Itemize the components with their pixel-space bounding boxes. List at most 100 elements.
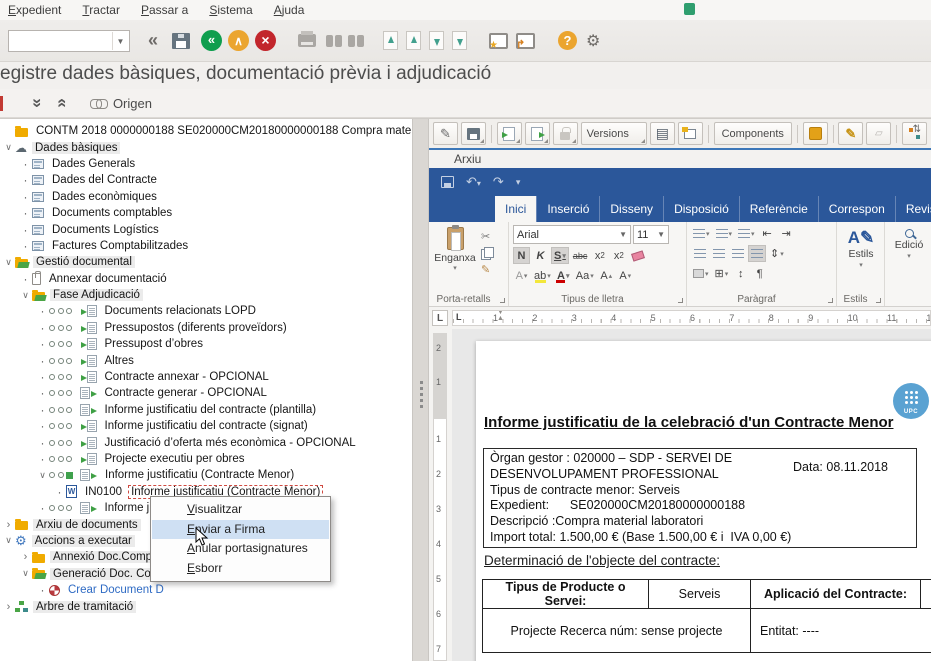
tree-item[interactable]: ·Annexar documentació bbox=[0, 271, 412, 287]
shading-button[interactable]: ▾ bbox=[691, 265, 711, 282]
tree-item[interactable]: ·Informe justificatiu del contracte (pla… bbox=[0, 402, 412, 418]
menu-item-ajuda[interactable]: Ajuda bbox=[268, 2, 311, 18]
chevron-down-icon[interactable]: ∨ bbox=[2, 142, 15, 153]
context-menu-item-esborr[interactable]: Esborr bbox=[152, 559, 329, 579]
ribbon-tab-referèncie[interactable]: Referèncie bbox=[739, 196, 818, 222]
ribbon-tab-inici[interactable]: Inici bbox=[495, 196, 536, 222]
font-size-combo[interactable]: 11▼ bbox=[633, 225, 669, 244]
import-document-button[interactable] bbox=[497, 122, 522, 145]
redo-icon[interactable]: ↷ bbox=[493, 174, 504, 190]
chevron-down-icon[interactable]: ∨ bbox=[2, 535, 15, 546]
context-menu-item-enviar-a-firma[interactable]: Enviar a Firma bbox=[152, 520, 329, 540]
format-painter-icon[interactable]: ✎ bbox=[481, 263, 493, 276]
underline-button[interactable]: S▾ bbox=[551, 247, 569, 264]
clipboard-dialog-launcher-icon[interactable] bbox=[500, 298, 505, 303]
styles-dialog-launcher-icon[interactable] bbox=[876, 298, 881, 303]
workflow-button[interactable] bbox=[902, 122, 927, 145]
document-info-button[interactable]: ▤ bbox=[650, 122, 675, 145]
align-right-button[interactable] bbox=[729, 245, 746, 262]
tab-selector[interactable]: L bbox=[432, 310, 448, 326]
ribbon-tab-disseny[interactable]: Disseny bbox=[599, 196, 663, 222]
paragraph-dialog-launcher-icon[interactable] bbox=[828, 298, 833, 303]
increase-indent-button[interactable]: ⇥ bbox=[778, 225, 795, 242]
copy-icon[interactable] bbox=[481, 247, 493, 259]
chevron-right-icon[interactable]: › bbox=[19, 551, 32, 563]
tree-item[interactable]: CONTM 2018 0000000188 SE020000CM20180000… bbox=[0, 123, 412, 139]
chevron-right-icon[interactable]: › bbox=[2, 601, 15, 613]
menu-item-passar-a[interactable]: Passar a bbox=[135, 2, 194, 18]
expand-all-icon[interactable]: « bbox=[53, 98, 73, 107]
display-edit-button[interactable]: ✎ bbox=[433, 122, 458, 145]
customize-layout-icon[interactable]: ⚙ bbox=[586, 31, 600, 51]
tree-item[interactable]: ·Dades econòmiques bbox=[0, 189, 412, 205]
menu-item-expedient[interactable]: Expedient bbox=[2, 2, 67, 18]
ribbon-tab-disposició[interactable]: Disposició bbox=[663, 196, 739, 222]
structure-button[interactable] bbox=[678, 122, 703, 145]
strikethrough-button[interactable]: abc bbox=[571, 247, 590, 264]
align-center-button[interactable] bbox=[710, 245, 727, 262]
font-name-combo[interactable]: Arial▼ bbox=[513, 225, 631, 244]
tree-item[interactable]: ·Justificació d’oferta més econòmica - O… bbox=[0, 434, 412, 450]
tree-item[interactable]: ∨☁Dades bàsiques bbox=[0, 139, 412, 155]
change-case-button[interactable]: Aa▾ bbox=[574, 267, 596, 284]
new-session-icon[interactable]: ★ bbox=[489, 33, 508, 49]
tree-item[interactable]: ·Dades Generals bbox=[0, 156, 412, 172]
bullets-button[interactable]: ▾ bbox=[691, 225, 712, 242]
collapse-toolbar-icon[interactable]: « bbox=[148, 30, 158, 51]
vertical-ruler[interactable]: 211234567 bbox=[429, 329, 452, 661]
menu-item-sistema[interactable]: Sistema bbox=[203, 2, 258, 18]
tree-item[interactable]: ∨Informe justificatiu (Contracte Menor) bbox=[0, 467, 412, 483]
chevron-right-icon[interactable]: › bbox=[2, 519, 15, 531]
bold-button[interactable]: N bbox=[513, 247, 530, 264]
last-page-icon[interactable] bbox=[452, 31, 467, 50]
tree-item[interactable]: ·Dades del Contracte bbox=[0, 172, 412, 188]
chevron-down-icon[interactable]: ∨ bbox=[19, 290, 32, 301]
numbering-button[interactable]: ▾ bbox=[714, 225, 735, 242]
versions-button[interactable]: Versions bbox=[581, 122, 647, 145]
exit-button[interactable]: ∧ bbox=[228, 30, 249, 51]
multilevel-list-button[interactable]: ▾ bbox=[736, 225, 757, 242]
ribbon-tab-revisió[interactable]: Revisió bbox=[895, 196, 931, 222]
context-menu-item-anular-portasignatures[interactable]: Anular portasignatures bbox=[152, 539, 329, 559]
chevron-down-icon[interactable]: ▼ bbox=[112, 32, 128, 50]
first-page-icon[interactable] bbox=[383, 31, 398, 50]
editing-button[interactable]: Edició ▾ bbox=[889, 225, 929, 260]
font-dialog-launcher-icon[interactable] bbox=[678, 298, 683, 303]
save-document-button[interactable] bbox=[461, 122, 486, 145]
italic-button[interactable]: K bbox=[532, 247, 549, 264]
tree-item[interactable]: ·Pressupostos (diferents proveïdors) bbox=[0, 320, 412, 336]
tree-item[interactable]: ›Arbre de tramitació bbox=[0, 598, 412, 614]
cut-icon[interactable]: ✂ bbox=[481, 230, 493, 243]
origen-button[interactable]: Origen bbox=[113, 96, 152, 111]
help-button[interactable]: ? bbox=[558, 31, 577, 50]
ribbon-tab-inserció[interactable]: Inserció bbox=[536, 196, 599, 222]
tree-item[interactable]: ·Contracte annexar - OPCIONAL bbox=[0, 369, 412, 385]
find-next-icon[interactable] bbox=[348, 35, 355, 47]
undo-icon[interactable]: ↶▾ bbox=[466, 174, 481, 190]
collapse-all-icon[interactable]: » bbox=[28, 98, 48, 107]
back-button[interactable]: « bbox=[201, 30, 222, 51]
next-page-icon[interactable] bbox=[429, 31, 444, 50]
tree-item[interactable]: ∨Fase Adjudicació bbox=[0, 287, 412, 303]
save-button[interactable] bbox=[172, 33, 190, 49]
grow-font-button[interactable]: A▴ bbox=[598, 267, 615, 284]
justify-button[interactable] bbox=[748, 245, 766, 262]
tree-item[interactable]: ·Documents Logístics bbox=[0, 221, 412, 237]
tree-item[interactable]: ·Projecte executiu per obres bbox=[0, 451, 412, 467]
lock-button[interactable] bbox=[553, 122, 578, 145]
customize-qat-icon[interactable]: ▾ bbox=[516, 177, 521, 188]
create-shortcut-icon[interactable]: ↱ bbox=[516, 33, 535, 49]
superscript-button[interactable]: x2 bbox=[610, 247, 627, 264]
tree-item[interactable]: ·Documents relacionats LOPD bbox=[0, 303, 412, 319]
tree-item[interactable]: ∨Gestió documental bbox=[0, 254, 412, 270]
export-document-button[interactable] bbox=[525, 122, 550, 145]
tree-item[interactable]: ·Factures Comptabilitzades bbox=[0, 238, 412, 254]
highlight-color-button[interactable]: ab▾ bbox=[532, 267, 553, 284]
styles-button[interactable]: A✎ Estils ▾ bbox=[841, 225, 881, 269]
paste-button[interactable]: Enganxa ▾ bbox=[433, 225, 477, 276]
sort-button[interactable]: ↕ bbox=[732, 265, 749, 282]
subscript-button[interactable]: x2 bbox=[591, 247, 608, 264]
panel-splitter[interactable] bbox=[412, 119, 429, 661]
indent-markers[interactable]: ▼▲ bbox=[497, 310, 504, 322]
signature-button[interactable]: ✎ bbox=[838, 122, 863, 145]
